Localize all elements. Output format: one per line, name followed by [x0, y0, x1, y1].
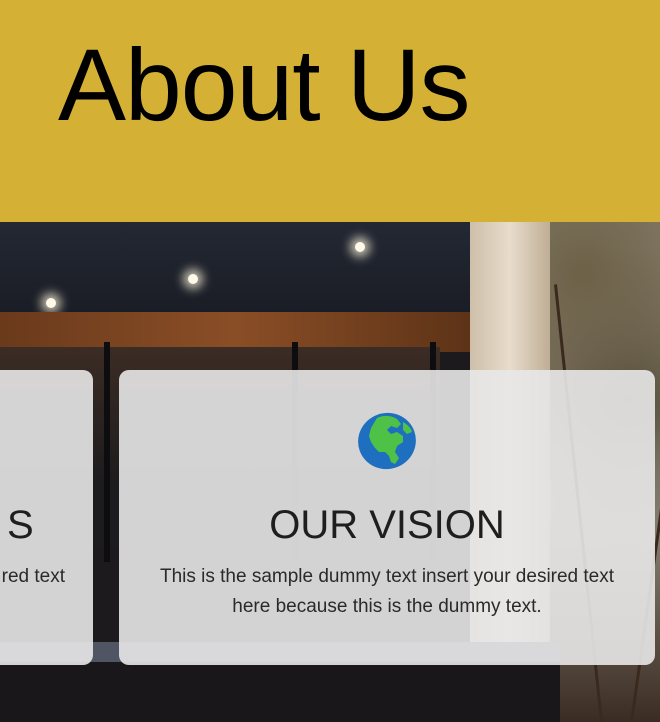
ceiling-light	[46, 298, 56, 308]
garage-door	[0, 662, 560, 722]
wood-trim	[0, 312, 470, 352]
page-title: About Us	[58, 28, 471, 142]
vision-card: OUR VISION This is the sample dummy text…	[119, 370, 655, 665]
ceiling-light	[355, 242, 365, 252]
window-mullion	[104, 342, 110, 562]
card-title: S	[7, 503, 34, 547]
card-text: red text	[1, 566, 65, 587]
page-header: About Us	[0, 0, 660, 222]
card-text: This is the sample dummy text insert you…	[159, 566, 615, 617]
card-title: OUR VISION	[269, 503, 505, 547]
mission-card: S red text	[0, 370, 93, 665]
ceiling-light	[188, 274, 198, 284]
page: About Us S red text OUR VISION This is t…	[0, 0, 660, 722]
globe-americas-icon	[358, 412, 416, 470]
ceiling	[0, 222, 470, 312]
